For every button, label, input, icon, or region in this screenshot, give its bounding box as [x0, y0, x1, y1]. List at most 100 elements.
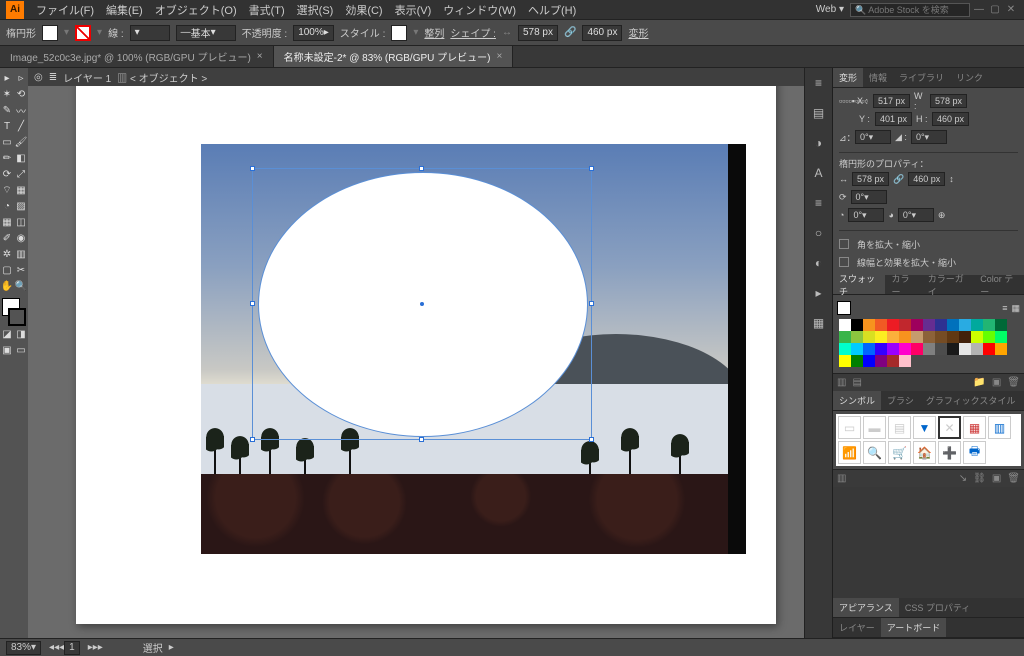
- swatch[interactable]: [887, 355, 899, 367]
- menu-select[interactable]: 選択(S): [291, 2, 340, 18]
- stroke-icon[interactable]: ≡: [810, 194, 828, 212]
- break-link-icon[interactable]: ⛓: [973, 473, 986, 484]
- delete-swatch-icon[interactable]: 🗑: [1007, 377, 1020, 388]
- symbol-item[interactable]: ▤: [888, 416, 911, 439]
- menu-window[interactable]: ウィンドウ(W): [437, 2, 522, 18]
- transparency-icon[interactable]: ◐: [810, 254, 828, 272]
- handle-n[interactable]: [419, 166, 424, 171]
- screen-mode-icon[interactable]: ▭: [14, 342, 28, 358]
- stroke-swatch[interactable]: [75, 25, 91, 41]
- swatch[interactable]: [959, 343, 971, 355]
- magic-wand-tool[interactable]: ✶: [0, 86, 14, 102]
- graph-tool[interactable]: ▥: [14, 246, 28, 262]
- swatch[interactable]: [947, 319, 959, 331]
- gradient-mode-icon[interactable]: ◨: [14, 326, 28, 342]
- free-transform-tool[interactable]: ▦: [14, 182, 28, 198]
- delete-symbol-icon[interactable]: 🗑: [1007, 473, 1020, 484]
- swatch[interactable]: [971, 343, 983, 355]
- rectangle-tool[interactable]: ▭: [0, 134, 14, 150]
- canvas[interactable]: ◎ ≣ レイヤー 1 ▥ < オブジェクト >: [28, 68, 804, 638]
- align-icon[interactable]: ▸: [810, 284, 828, 302]
- slice-tool[interactable]: ✂: [14, 262, 28, 278]
- center-point[interactable]: [420, 302, 424, 306]
- scale-corners-option[interactable]: 角を拡大・縮小: [839, 235, 1018, 253]
- menu-effect[interactable]: 効果(C): [339, 2, 388, 18]
- swatch[interactable]: [983, 331, 995, 343]
- menu-edit[interactable]: 編集(E): [100, 2, 149, 18]
- place-symbol-icon[interactable]: ↘: [959, 473, 967, 484]
- symbol-item[interactable]: ▥: [988, 416, 1011, 439]
- menu-type[interactable]: 書式(T): [243, 2, 291, 18]
- shape-link[interactable]: シェイプ :: [450, 25, 496, 40]
- swatch[interactable]: [959, 331, 971, 343]
- swatch[interactable]: [959, 319, 971, 331]
- swatch[interactable]: [863, 319, 875, 331]
- type-tool[interactable]: T: [0, 118, 14, 134]
- swatch[interactable]: [851, 355, 863, 367]
- menu-view[interactable]: 表示(V): [389, 2, 438, 18]
- swatch[interactable]: [983, 343, 995, 355]
- prop-w[interactable]: 578 px: [852, 172, 889, 186]
- handle-nw[interactable]: [250, 166, 255, 171]
- tab-color[interactable]: カラー: [885, 275, 921, 294]
- tab-css-properties[interactable]: CSS プロパティ: [899, 598, 976, 617]
- symbol-item[interactable]: 📶: [838, 441, 861, 464]
- swatch[interactable]: [899, 319, 911, 331]
- swatch[interactable]: [875, 319, 887, 331]
- swatch[interactable]: [875, 331, 887, 343]
- layers-dock-icon[interactable]: ▦: [810, 314, 828, 332]
- reset-pie-icon[interactable]: ⊕: [938, 210, 946, 221]
- swatch[interactable]: [851, 331, 863, 343]
- zoom-tool[interactable]: 🔍: [14, 278, 28, 294]
- w-field[interactable]: 578 px: [930, 94, 967, 108]
- swatch[interactable]: [887, 331, 899, 343]
- swatch[interactable]: [839, 319, 851, 331]
- shape-builder-tool[interactable]: ◔: [0, 198, 14, 214]
- swatch[interactable]: [839, 355, 851, 367]
- fill-stroke-indicator[interactable]: [0, 298, 28, 326]
- transform-link[interactable]: 変形: [628, 25, 648, 40]
- tab-image[interactable]: Image_52c0c3e.jpg* @ 100% (RGB/GPU プレビュー…: [0, 46, 274, 67]
- swatch[interactable]: [899, 355, 911, 367]
- eyedropper-tool[interactable]: ✐: [0, 230, 14, 246]
- symbol-item[interactable]: ➕: [938, 441, 961, 464]
- style-swatch[interactable]: [391, 25, 407, 41]
- swatch[interactable]: [851, 343, 863, 355]
- swatch[interactable]: [935, 343, 947, 355]
- swatch[interactable]: [911, 331, 923, 343]
- scale-tool[interactable]: ⤢: [14, 166, 28, 182]
- stock-search[interactable]: 🔍 Adobe Stock を検索: [850, 3, 970, 17]
- swatch[interactable]: [875, 355, 887, 367]
- symbol-item[interactable]: 🏠: [913, 441, 936, 464]
- stroke-weight[interactable]: ▾: [130, 25, 170, 41]
- type-icon[interactable]: A: [810, 164, 828, 182]
- swatch[interactable]: [995, 319, 1007, 331]
- prop-pie2[interactable]: 0° ▾: [898, 208, 934, 222]
- symbol-item[interactable]: ✕: [938, 416, 961, 439]
- swatch[interactable]: [875, 343, 887, 355]
- width-field[interactable]: 578 px: [518, 25, 558, 41]
- tab-untitled[interactable]: 名称未設定-2* @ 83% (RGB/GPU プレビュー)×: [274, 46, 514, 67]
- layers-icon[interactable]: ≣: [49, 72, 57, 83]
- close-icon[interactable]: ×: [257, 51, 263, 62]
- shear-field[interactable]: 0° ▾: [911, 130, 947, 144]
- handle-se[interactable]: [589, 437, 594, 442]
- swatch[interactable]: [923, 319, 935, 331]
- shaper-tool[interactable]: ✏: [0, 150, 14, 166]
- next-artboard-icon[interactable]: ▸▸: [93, 642, 103, 653]
- handle-s[interactable]: [419, 437, 424, 442]
- swatch[interactable]: [947, 343, 959, 355]
- new-group-icon[interactable]: 📁: [973, 377, 985, 388]
- prop-h[interactable]: 460 px: [908, 172, 945, 186]
- tab-color-themes[interactable]: Color テー: [974, 275, 1024, 294]
- symbol-sprayer-tool[interactable]: ✲: [0, 246, 14, 262]
- reference-point[interactable]: ▫▫▫▫▪▫▫▫▫: [839, 96, 853, 106]
- tab-info[interactable]: 情報: [863, 68, 893, 87]
- align-link[interactable]: 整列: [424, 25, 444, 40]
- line-tool[interactable]: ╱: [14, 118, 28, 134]
- tab-layers[interactable]: レイヤー: [833, 618, 881, 637]
- direct-selection-tool[interactable]: ▹: [14, 70, 28, 86]
- layer-name[interactable]: レイヤー 1: [63, 70, 111, 85]
- swatch-kind-icon[interactable]: ▤: [852, 377, 861, 388]
- artboard-nav[interactable]: 1: [64, 641, 80, 655]
